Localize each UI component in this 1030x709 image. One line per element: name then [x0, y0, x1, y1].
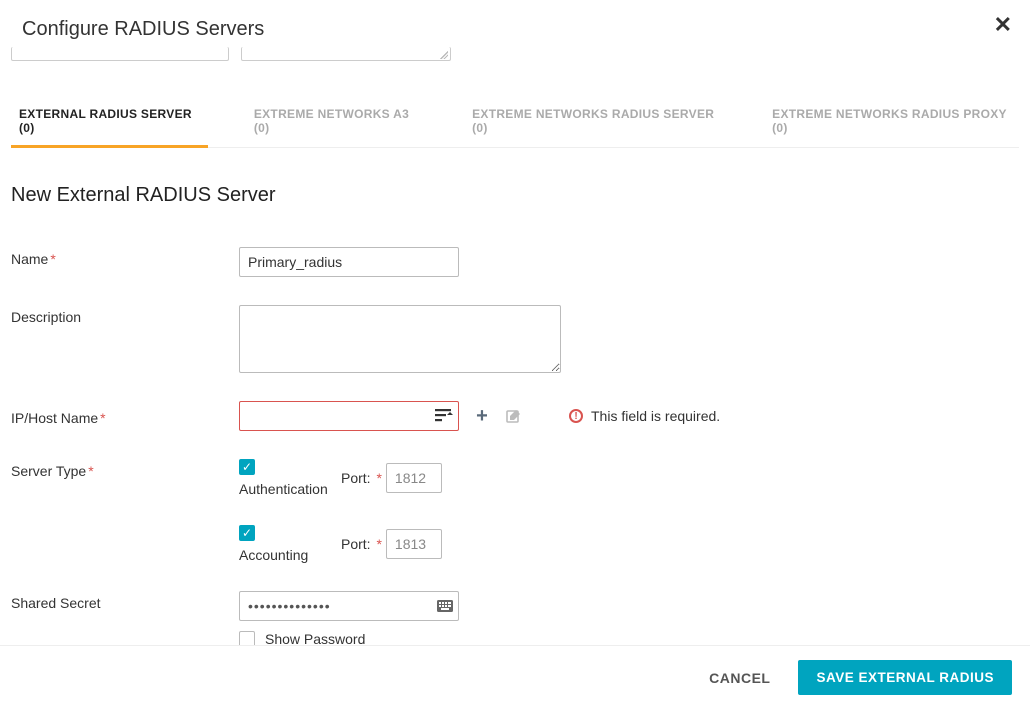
- tab-extreme-networks-radius-server[interactable]: EXTREME NETWORKS RADIUS SERVER (0): [464, 97, 726, 147]
- save-external-radius-button[interactable]: SAVE EXTERNAL RADIUS: [798, 660, 1012, 695]
- footer: CANCEL SAVE EXTERNAL RADIUS: [0, 645, 1030, 709]
- tabs: EXTERNAL RADIUS SERVER (0) EXTREME NETWO…: [11, 97, 1019, 148]
- form-title: New External RADIUS Server: [11, 184, 1019, 207]
- edit-icon[interactable]: [505, 407, 523, 425]
- auth-port-input[interactable]: [386, 463, 442, 493]
- name-label: Name*: [11, 247, 239, 267]
- description-label: Description: [11, 305, 239, 325]
- close-icon[interactable]: ✕: [990, 10, 1016, 40]
- error-icon: !: [569, 409, 583, 423]
- keyboard-icon[interactable]: [437, 599, 453, 613]
- tab-extreme-networks-a3[interactable]: EXTREME NETWORKS A3 (0): [246, 97, 426, 147]
- tab-extreme-networks-radius-proxy[interactable]: EXTREME NETWORKS RADIUS PROXY (0): [764, 97, 1019, 147]
- accounting-checkbox[interactable]: ✓: [239, 525, 255, 541]
- shared-secret-label: Shared Secret: [11, 591, 239, 611]
- description-textarea[interactable]: [239, 305, 561, 373]
- name-input[interactable]: [239, 247, 459, 277]
- server-type-label: Server Type*: [11, 459, 239, 479]
- ip-error-message: ! This field is required.: [569, 408, 720, 424]
- authentication-checkbox[interactable]: ✓: [239, 459, 255, 475]
- cancel-button[interactable]: CANCEL: [709, 670, 770, 686]
- top-area: [0, 47, 1030, 61]
- add-icon[interactable]: +: [473, 407, 491, 425]
- top-input-a[interactable]: [11, 47, 229, 61]
- ip-host-input[interactable]: [239, 401, 459, 431]
- ip-host-label: IP/Host Name*: [11, 406, 239, 426]
- shared-secret-input[interactable]: [239, 591, 459, 621]
- acct-port-label: Port: *: [341, 536, 382, 552]
- tab-external-radius-server[interactable]: EXTERNAL RADIUS SERVER (0): [11, 97, 208, 147]
- top-input-b[interactable]: [241, 47, 451, 61]
- auth-port-label: Port: *: [341, 470, 382, 486]
- acct-port-input[interactable]: [386, 529, 442, 559]
- authentication-label: Authentication: [239, 481, 341, 497]
- page-title: Configure RADIUS Servers: [22, 18, 1008, 41]
- accounting-label: Accounting: [239, 547, 341, 563]
